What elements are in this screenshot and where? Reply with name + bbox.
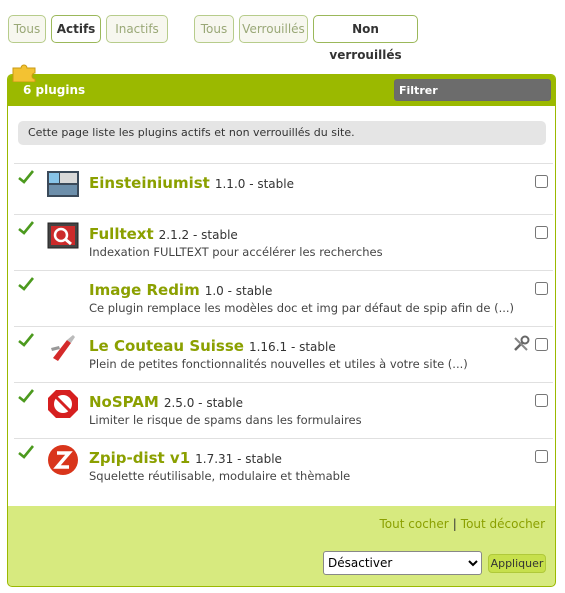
zpip-logo [48, 445, 78, 475]
bulk-action-select[interactable]: Désactiver [323, 551, 482, 575]
plugin-name[interactable]: Le Couteau Suisse 1.16.1 - stable [89, 337, 336, 355]
tab-status-inactive[interactable]: Inactifs [106, 15, 168, 43]
plugin-checkbox[interactable] [535, 450, 548, 463]
separator: | [452, 517, 457, 531]
plugin-row-couteau-suisse: Le Couteau Suisse 1.16.1 - stable Plein d… [14, 326, 553, 382]
tab-lock-all[interactable]: Tous [194, 15, 234, 43]
tab-status-all[interactable]: Tous [8, 15, 46, 43]
uncheck-all-link[interactable]: Tout décocher [461, 517, 545, 531]
filter-input[interactable] [394, 79, 551, 101]
check-icon [18, 333, 34, 347]
plugins-panel: 6 plugins Cette page liste les plugins a… [7, 74, 556, 587]
plugin-row-einsteiniumist: Einsteiniumist 1.1.0 - stable [14, 163, 553, 219]
plugin-version: 1.7.31 - stable [195, 452, 282, 466]
couteau-suisse-logo [51, 335, 75, 361]
plugin-checkbox[interactable] [535, 394, 548, 407]
plugin-description: Squelette réutilisable, modulaire et thè… [89, 469, 351, 483]
info-message: Cette page liste les plugins actifs et n… [18, 121, 546, 145]
plugin-version: 2.1.2 - stable [158, 228, 238, 242]
check-icon [18, 445, 34, 459]
panel-header: 6 plugins [8, 75, 555, 106]
plugin-checkbox[interactable] [535, 338, 548, 351]
tab-lock-locked[interactable]: Verrouillés [239, 15, 308, 43]
plugin-name[interactable]: Fulltext 2.1.2 - stable [89, 225, 238, 243]
plugin-description: Limiter le risque de spams dans les form… [89, 413, 362, 427]
bulk-select-links: Tout cocher | Tout décocher [380, 517, 545, 531]
plugin-checkbox[interactable] [535, 175, 548, 188]
check-icon [18, 221, 34, 235]
plugin-name[interactable]: Image Redim 1.0 - stable [89, 281, 272, 299]
fulltext-logo [47, 222, 79, 249]
einsteiniumist-logo [47, 171, 79, 197]
plugin-version: 2.5.0 - stable [163, 396, 243, 410]
check-icon [18, 389, 34, 403]
plugin-description: Ce plugin remplace les modèles doc et im… [89, 301, 515, 315]
plugin-row-nospam: NoSPAM 2.5.0 - stable Limiter le risque d… [14, 382, 553, 438]
puzzle-icon [12, 64, 36, 82]
check-icon [18, 277, 34, 291]
plugin-description: Plein de petites fonctionnalités nouvell… [89, 357, 468, 371]
plugin-name[interactable]: Einsteiniumist 1.1.0 - stable [89, 174, 294, 192]
check-icon [18, 170, 34, 184]
plugin-row-zpip: Zpip-dist v1 1.7.31 - stable Squelette ré… [14, 438, 553, 494]
plugin-row-fulltext: Fulltext 2.1.2 - stable Indexation FULLTE… [14, 214, 553, 270]
plugin-version: 1.16.1 - stable [248, 340, 336, 354]
plugin-version: 1.0 - stable [204, 284, 273, 298]
check-all-link[interactable]: Tout cocher [380, 517, 449, 531]
plugin-checkbox[interactable] [535, 226, 548, 239]
tab-status-active[interactable]: Actifs [51, 15, 101, 43]
panel-title: 6 plugins [23, 83, 86, 97]
panel-body: Cette page liste les plugins actifs et n… [8, 106, 555, 506]
plugin-version: 1.1.0 - stable [214, 177, 294, 191]
tab-lock-unlocked[interactable]: Non verrouillés [313, 15, 418, 62]
apply-button[interactable]: Appliquer [488, 554, 546, 573]
plugin-description: Indexation FULLTEXT pour accélérer les r… [89, 245, 383, 259]
nospam-logo [48, 390, 78, 418]
plugin-name[interactable]: Zpip-dist v1 1.7.31 - stable [89, 449, 282, 467]
plugin-checkbox[interactable] [535, 282, 548, 295]
plugin-row-image-redim: Image Redim 1.0 - stable Ce plugin rempla… [14, 270, 553, 326]
plugin-name[interactable]: NoSPAM 2.5.0 - stable [89, 393, 243, 411]
tools-icon[interactable] [512, 335, 530, 353]
